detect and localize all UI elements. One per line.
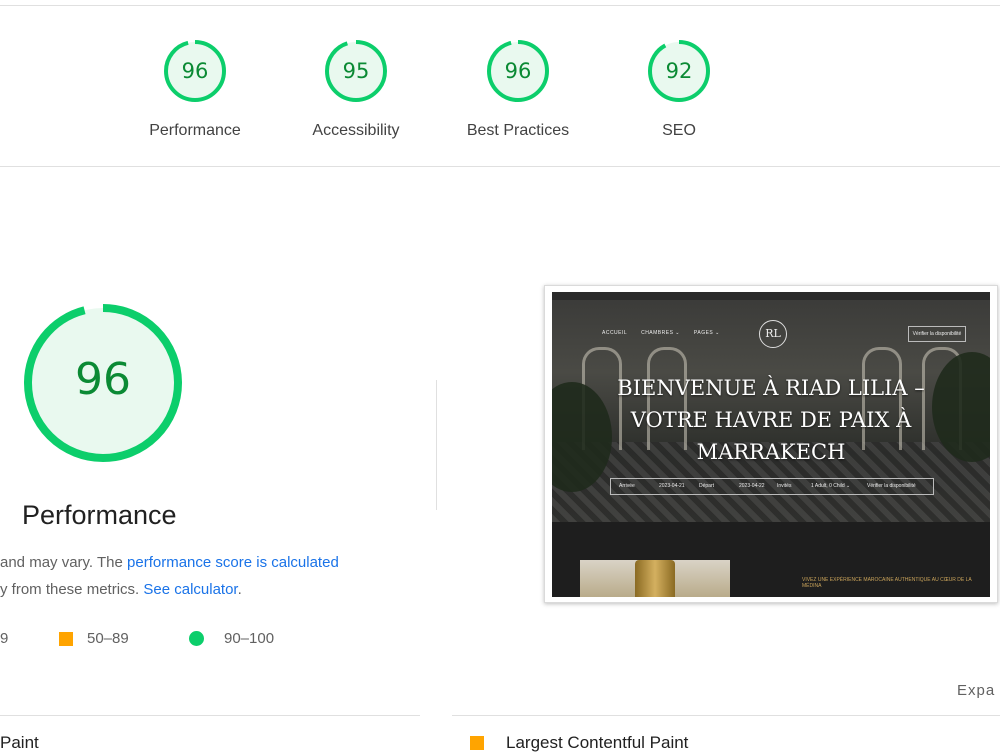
booking-field: Arrivée [619, 483, 635, 489]
gauge-label: Best Practices [466, 122, 570, 139]
metric-paint: Paint [0, 733, 39, 752]
desc-text: y from these metrics. [0, 581, 144, 598]
score-calculated-link[interactable]: performance score is calculated [127, 554, 339, 571]
metric-divider [0, 715, 420, 716]
vertical-divider [436, 380, 437, 510]
expand-view-toggle[interactable]: Expa [957, 682, 995, 699]
performance-title: Performance [22, 500, 177, 530]
screenshot-bottom-section: VIVEZ UNE EXPÉRIENCE MAROCAINE AUTHENTIQ… [552, 522, 990, 597]
booking-bar: Arrivée 2023-04-21 Départ 2023-04-22 Inv… [610, 478, 934, 495]
see-calculator-link[interactable]: See calculator [143, 581, 237, 598]
top-strip [552, 292, 990, 300]
performance-description-line1: and may vary. The performance score is c… [0, 554, 339, 571]
hero-section: ACCUEIL CHAMBRES ⌄ PAGES ⌄ RL Vérifier l… [552, 292, 990, 522]
lamp-image [580, 560, 730, 597]
performance-score: 96 [75, 354, 131, 405]
gauge-score: 96 [504, 59, 532, 83]
gauge-label: SEO [662, 122, 696, 139]
gauge-accessibility[interactable]: 95 Accessibility [296, 38, 416, 140]
nav-item: ACCUEIL [602, 330, 628, 336]
booking-field: Départ [699, 483, 715, 489]
top-divider [0, 5, 1000, 6]
legend-pass-label: 90–100 [224, 630, 275, 647]
nav-item: PAGES ⌄ [693, 330, 720, 336]
hero-title-line: VOTRE HAVRE DE PAIX À [630, 408, 912, 432]
legend-average: 50–89 [59, 630, 129, 647]
hero-title-line: BIENVENUE À RIAD LILIA – [617, 376, 925, 400]
legend-fail: 9 [0, 630, 8, 647]
booking-field: 2023-04-21 [659, 483, 685, 489]
performance-description-line2: y from these metrics. See calculator. [0, 581, 242, 598]
nav-item: CHAMBRES ⌄ [641, 330, 680, 336]
booking-field: 1 Adult, 0 Child ⌄ [811, 483, 851, 489]
gauge-performance[interactable]: 96 Performance [135, 38, 255, 140]
section-divider [0, 166, 1000, 167]
booking-field: 2023-04-22 [739, 483, 765, 489]
screenshot-tagline: VIVEZ UNE EXPÉRIENCE MAROCAINE AUTHENTIQ… [802, 577, 972, 589]
metric-largest-contentful-paint: Largest Contentful Paint [470, 733, 688, 753]
booking-field: Invités [777, 483, 792, 489]
screenshot-nav-button: Vérifier la disponibilité [908, 326, 966, 342]
legend-average-label: 50–89 [87, 630, 129, 647]
lamp-icon [635, 560, 675, 597]
screenshot-image: ACCUEIL CHAMBRES ⌄ PAGES ⌄ RL Vérifier l… [552, 292, 990, 597]
desc-text: . [237, 581, 242, 598]
metric-divider [452, 715, 1000, 716]
orange-square-icon [59, 631, 73, 646]
performance-gauge-large: 96 [20, 300, 186, 466]
gauge-score: 95 [342, 59, 370, 83]
gauge-score: 96 [181, 59, 209, 83]
gauge-label: Performance [149, 122, 241, 139]
gauge-seo[interactable]: 92 SEO [619, 38, 739, 140]
screenshot-nav: ACCUEIL CHAMBRES ⌄ PAGES ⌄ [602, 330, 732, 336]
green-circle-icon [189, 631, 204, 646]
gauge-best-practices[interactable]: 96 Best Practices [458, 38, 578, 140]
legend-pass: 90–100 [189, 630, 274, 647]
desc-text: and may vary. The [0, 554, 128, 571]
legend-fail-label: 9 [0, 630, 9, 647]
metric-label: Largest Contentful Paint [506, 733, 689, 752]
hero-title: BIENVENUE À RIAD LILIA – VOTRE HAVRE DE … [552, 372, 990, 468]
gauge-score: 92 [665, 59, 693, 83]
booking-field: Vérifier la disponibilité [867, 483, 916, 489]
page-screenshot[interactable]: ACCUEIL CHAMBRES ⌄ PAGES ⌄ RL Vérifier l… [544, 285, 998, 603]
riad-logo: RL [759, 320, 787, 348]
gauge-label: Accessibility [312, 122, 400, 139]
hero-title-line: MARRAKECH [696, 440, 846, 464]
orange-square-icon [470, 736, 484, 750]
